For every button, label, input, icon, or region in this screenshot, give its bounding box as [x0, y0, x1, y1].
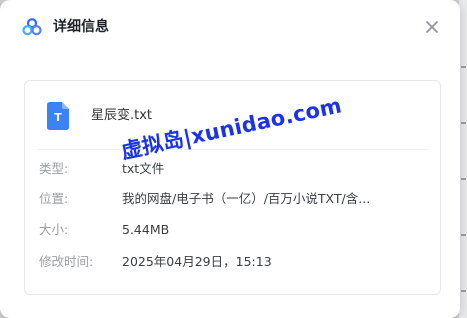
file-name: 星辰变.txt	[91, 108, 153, 123]
background-mark	[461, 178, 466, 180]
txt-file-icon: T	[47, 102, 69, 130]
detail-value: 5.44MB	[122, 222, 170, 237]
detail-label: 修改时间:	[39, 254, 94, 269]
background-mark	[461, 66, 466, 68]
detail-row-location: 位置: 我的网盘/电子书（一亿）/百万小说TXT/含...	[39, 190, 429, 208]
divider	[37, 149, 428, 150]
screen: 详细信息 T 星辰变.txt 类型: txt文件 位置: 我的网盘/电子书（一亿…	[0, 0, 467, 318]
detail-label: 大小:	[39, 222, 69, 237]
close-icon[interactable]	[421, 16, 443, 38]
detail-value: txt文件	[122, 161, 165, 176]
background-mark	[461, 234, 466, 236]
detail-value-location-link[interactable]: 我的网盘/电子书（一亿）/百万小说TXT/含...	[122, 190, 370, 208]
detail-label: 位置:	[39, 191, 69, 206]
detail-label: 类型:	[39, 161, 69, 176]
detail-row-size: 大小: 5.44MB	[39, 221, 429, 239]
dialog-title: 详细信息	[53, 19, 109, 35]
dialog-titlebar: 详细信息	[0, 0, 460, 54]
detail-row-modified: 修改时间: 2025年04月29日，15:13	[39, 253, 429, 271]
baidu-netdisk-logo-icon	[22, 18, 42, 36]
background-mark	[461, 122, 466, 124]
details-card: T 星辰变.txt 类型: txt文件 位置: 我的网盘/电子书（一亿）/百万小…	[24, 80, 441, 295]
detail-value: 2025年04月29日，15:13	[122, 254, 272, 269]
file-details-dialog: 详细信息 T 星辰变.txt 类型: txt文件 位置: 我的网盘/电子书（一亿…	[0, 0, 460, 318]
file-icon-letter: T	[54, 111, 62, 124]
detail-row-type: 类型: txt文件	[39, 160, 429, 178]
background-mark	[461, 290, 466, 292]
background-window-edge	[459, 0, 467, 318]
